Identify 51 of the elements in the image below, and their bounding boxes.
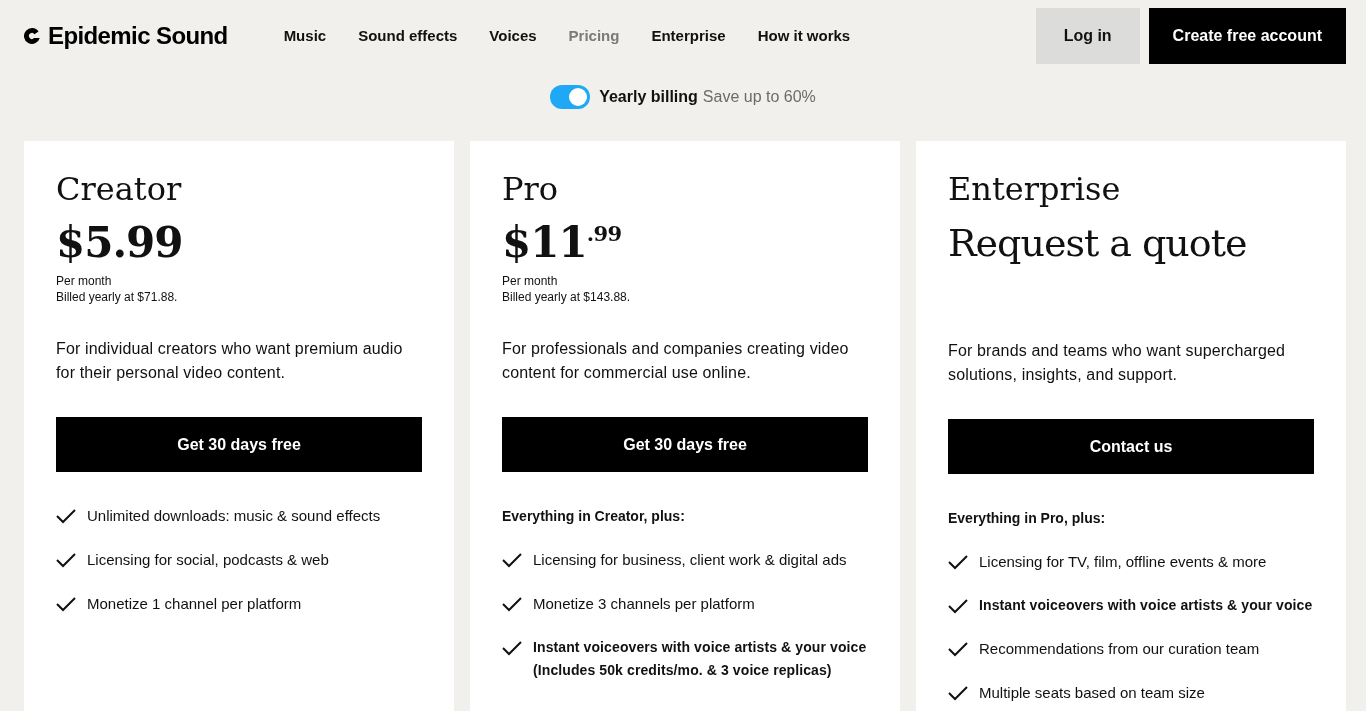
- features-heading: Everything in Pro, plus:: [948, 509, 1106, 528]
- logo-text[interactable]: Epidemic Sound: [48, 22, 228, 50]
- check-icon: [948, 641, 968, 657]
- logo-icon[interactable]: [24, 27, 40, 45]
- nav-link[interactable]: Pricing: [568, 26, 620, 46]
- check-icon: [56, 508, 76, 524]
- check-icon: [948, 685, 968, 701]
- feature-text: Multiple seats based on team size: [979, 683, 1205, 703]
- check-icon: [56, 552, 76, 568]
- billing-note: Billed yearly at $71.88.: [56, 289, 178, 305]
- login-button[interactable]: Log in: [1035, 8, 1140, 64]
- plan-description: For individual creators who want premium audio for their personal video content.: [56, 339, 404, 383]
- feature-text: Instant voiceovers with voice artists & your voice: [979, 596, 1313, 615]
- check-icon: [502, 552, 522, 568]
- cta-button[interactable]: Contact us: [948, 419, 1314, 474]
- check-icon: [56, 596, 76, 612]
- plan-name: Pro: [502, 169, 559, 209]
- feature-text: Recommendations from our curation team: [979, 639, 1260, 659]
- check-icon: [502, 640, 522, 656]
- cta-button[interactable]: Get 30 days free: [56, 417, 422, 472]
- plan-description: For professionals and companies creating video content for commercial use online.: [502, 339, 850, 383]
- price-period: Per month: [56, 273, 112, 289]
- signup-button[interactable]: Create free account: [1148, 8, 1346, 64]
- plan-price: Request a quote: [948, 220, 1247, 267]
- savings-note: Save up to 60%: [702, 88, 816, 106]
- feature-text: Instant voiceovers with voice artists & your voice (Includes 50k credits/mo. & 3 voice replicas): [533, 638, 868, 680]
- plan-name: Enterprise: [948, 169, 1121, 209]
- check-icon: [502, 596, 522, 612]
- nav-link[interactable]: How it works: [757, 26, 851, 46]
- nav-link[interactable]: Sound effects: [358, 26, 458, 46]
- feature-text: Licensing for business, client work & digital ads: [533, 550, 847, 570]
- features-heading: Everything in Creator, plus:: [502, 507, 685, 526]
- billing-label: Yearly billing: [599, 88, 698, 106]
- billing-toggle[interactable]: [550, 85, 591, 109]
- feature-text: Licensing for TV, film, offline events & more: [979, 552, 1267, 572]
- nav-link[interactable]: Music: [283, 26, 327, 46]
- price-period: Per month: [502, 273, 558, 289]
- feature-text: Unlimited downloads: music & sound effects: [87, 506, 381, 526]
- feature-text: Monetize 1 channel per platform: [87, 594, 302, 614]
- check-icon: [948, 554, 968, 570]
- cta-button[interactable]: Get 30 days free: [502, 417, 868, 472]
- plan-price: $5.99: [56, 217, 183, 269]
- plan-name: Creator: [56, 169, 182, 209]
- billing-note: Billed yearly at $143.88.: [502, 289, 631, 305]
- nav-link[interactable]: Enterprise: [651, 26, 726, 46]
- feature-text: Licensing for social, podcasts & web: [87, 550, 329, 570]
- check-icon: [948, 598, 968, 614]
- feature-text: Monetize 3 channels per platform: [533, 594, 755, 614]
- nav-link[interactable]: Voices: [489, 26, 537, 46]
- plan-description: For brands and teams who want supercharged solutions, insights, and support.: [948, 341, 1287, 385]
- plan-price: $11$^{.99}$: [502, 217, 622, 269]
